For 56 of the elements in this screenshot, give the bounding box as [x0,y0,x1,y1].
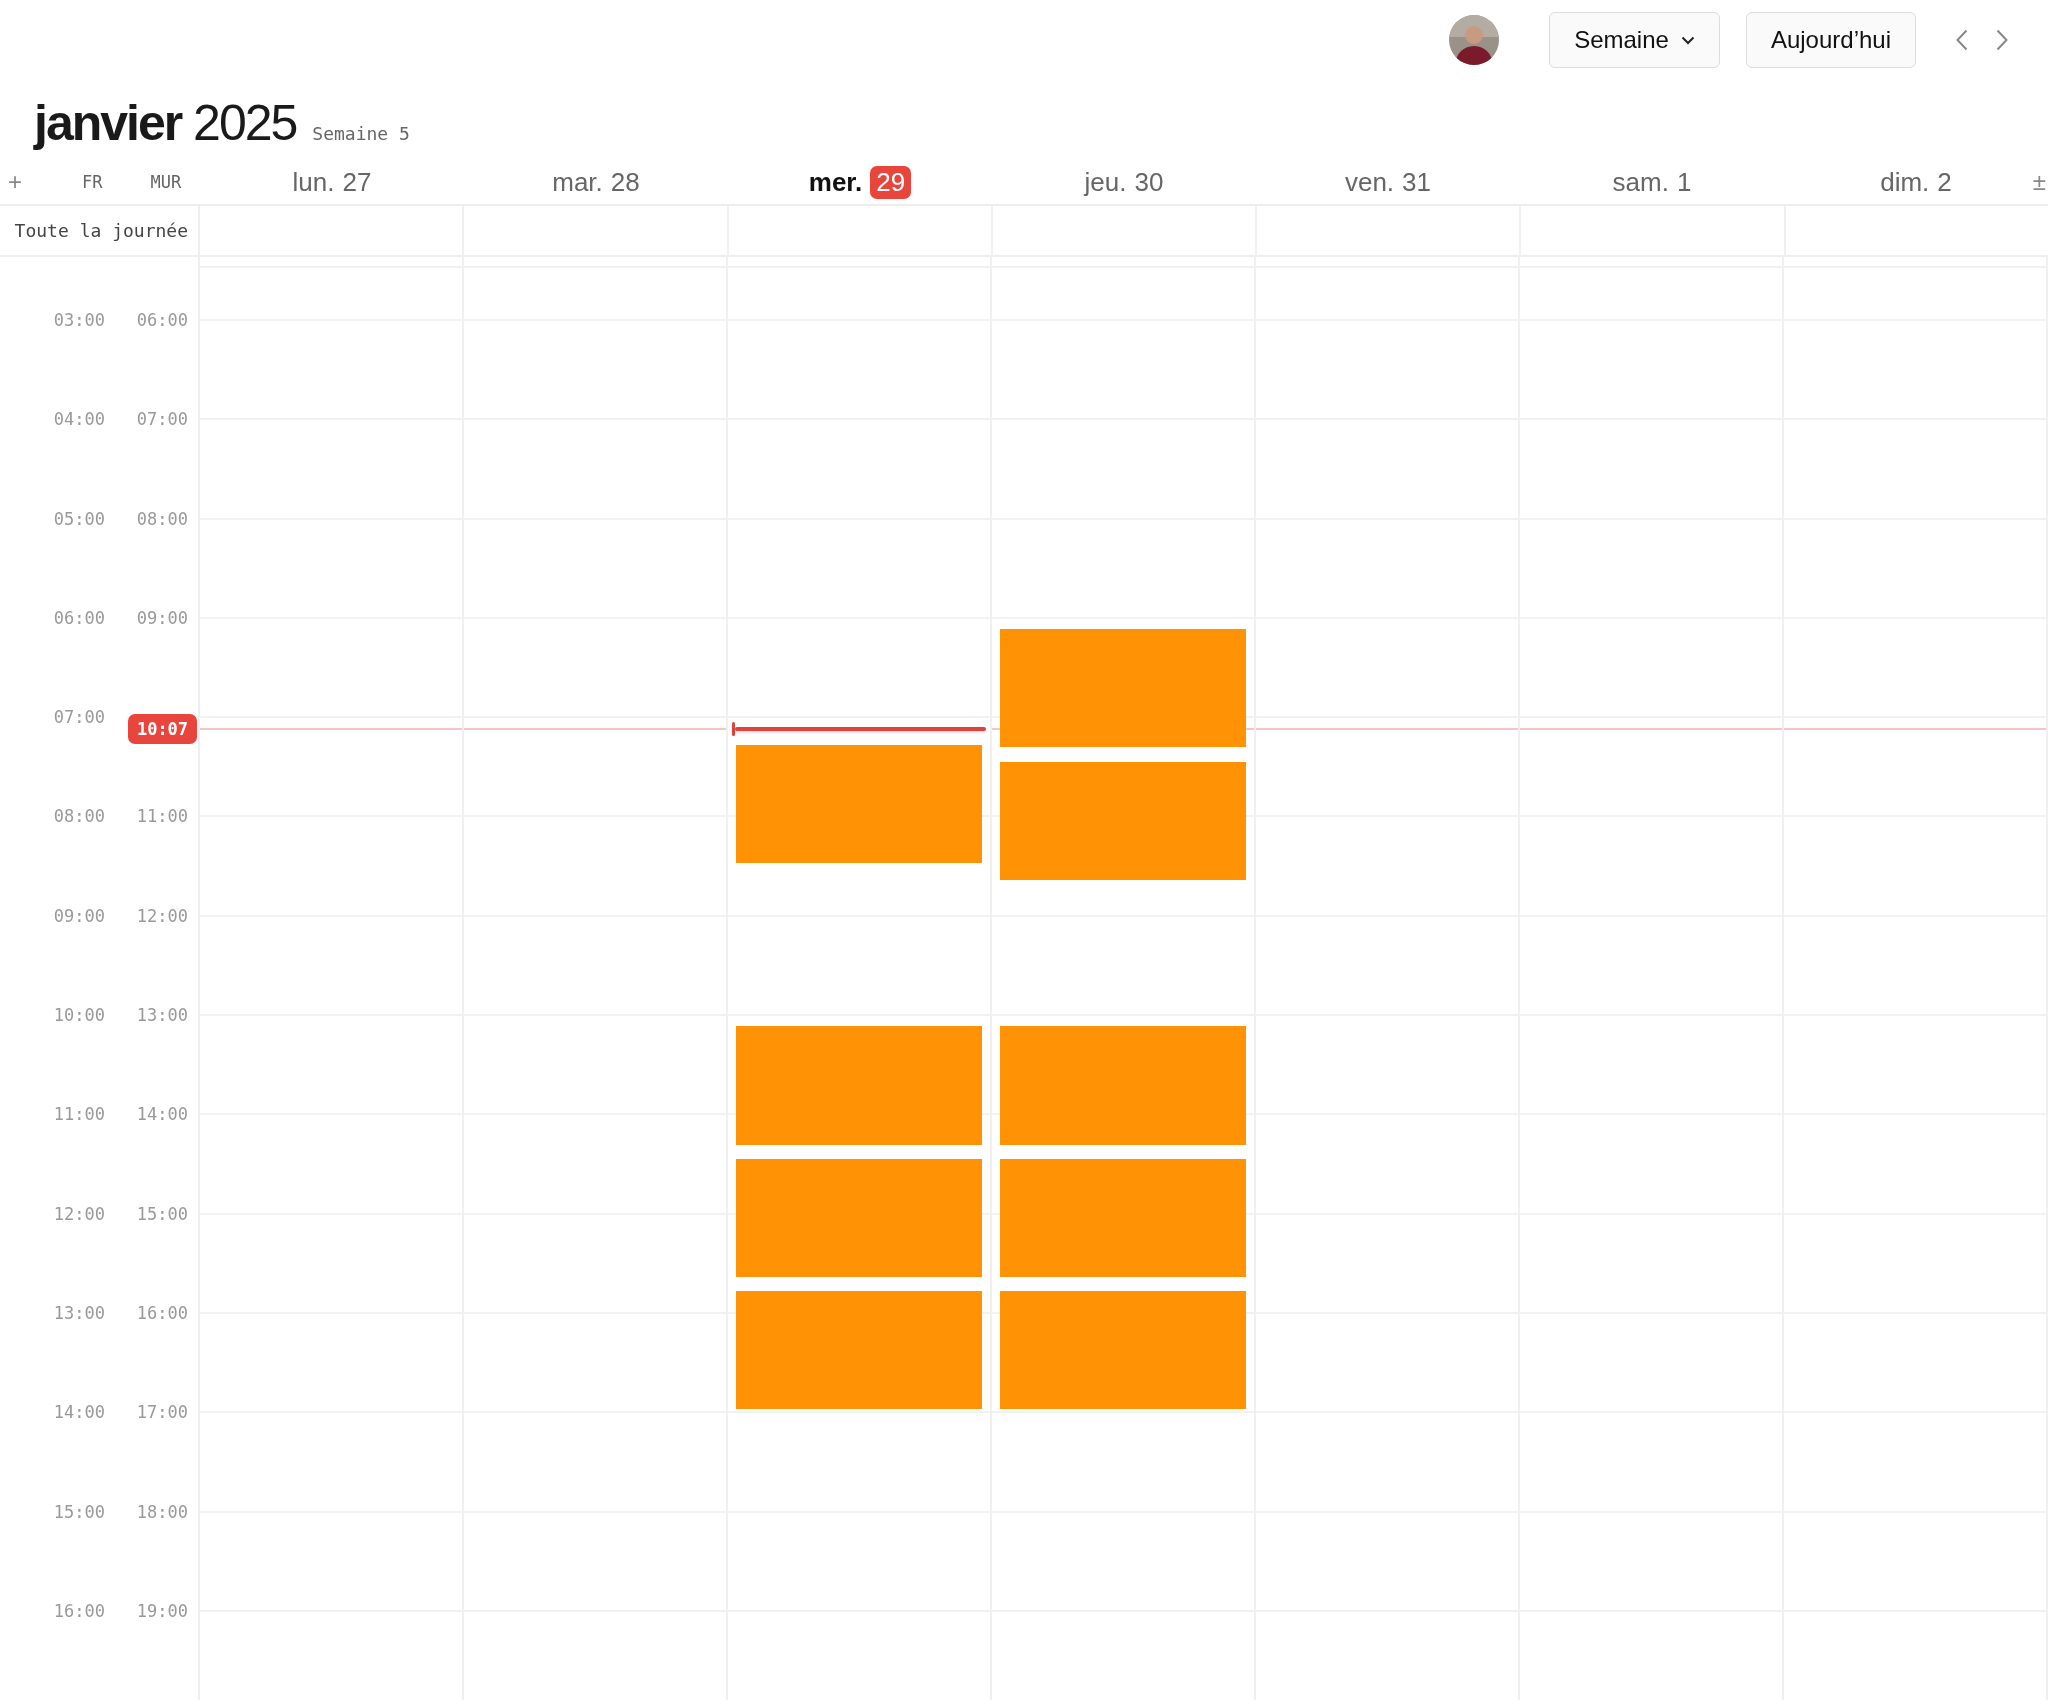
day-header[interactable]: dim. 2 [1880,166,1952,198]
timezone-label: MUR [150,172,182,192]
day-header[interactable]: sam. 1 [1612,166,1692,198]
day-header[interactable]: lun. 27 [292,166,372,198]
week-number: Semaine 5 [312,123,410,144]
add-timezone-button[interactable]: + [2,168,28,196]
time-label: 08:00 [52,806,105,827]
timezone-label: FR [82,172,103,192]
timezone-toggle-button[interactable]: ± [2032,168,2046,196]
event-block[interactable] [1000,629,1246,748]
time-label: 18:00 [135,1501,188,1522]
chevron-right-icon [1996,29,2008,51]
time-label: 07:00 [52,707,105,728]
day-header[interactable]: ven. 31 [1344,166,1432,198]
time-label: 05:00 [52,508,105,529]
event-block[interactable] [1000,1291,1246,1410]
today-button[interactable]: Aujourd’hui [1745,12,1916,68]
event-block[interactable] [736,1291,982,1410]
time-label: 11:00 [135,806,188,827]
time-label: 13:00 [135,1005,188,1026]
time-label: 14:00 [135,1104,188,1125]
event-block[interactable] [736,1026,982,1145]
event-block[interactable] [736,745,982,864]
time-label: 08:00 [135,508,188,529]
event-block[interactable] [1000,761,1246,880]
time-label: 16:00 [135,1302,188,1323]
time-label: 10:00 [52,1005,105,1026]
all-day-label: Toute la journée [14,220,188,241]
time-label: 06:00 [52,607,105,628]
day-header[interactable]: mar. 28 [552,166,640,198]
time-label: 15:00 [52,1501,105,1522]
chevron-down-icon [1680,35,1695,45]
day-header[interactable]: mer. 29 [808,165,912,199]
event-block[interactable] [736,1158,982,1277]
time-label: 19:00 [135,1600,188,1621]
time-label: 17:00 [135,1402,188,1423]
time-label: 12:00 [135,905,188,926]
day-header[interactable]: jeu. 30 [1084,166,1164,198]
time-label: 13:00 [52,1302,105,1323]
time-label: 15:00 [135,1203,188,1224]
time-label: 09:00 [52,905,105,926]
time-label: 09:00 [135,607,188,628]
time-label: 12:00 [52,1203,105,1224]
time-label: 04:00 [52,409,105,430]
month-title: janvier 2025 [34,98,297,148]
view-dropdown[interactable]: Semaine [1549,12,1720,68]
time-label: 03:00 [52,310,105,330]
time-label: 16:00 [52,1600,105,1621]
current-time-badge: 10:07 [128,713,197,744]
time-label: 11:00 [52,1104,105,1125]
time-label: 14:00 [52,1402,105,1423]
event-block[interactable] [1000,1158,1246,1277]
chevron-left-icon [1956,29,1968,51]
time-label: 06:00 [135,310,188,330]
event-block[interactable] [1000,1026,1246,1145]
time-label: 07:00 [135,409,188,430]
